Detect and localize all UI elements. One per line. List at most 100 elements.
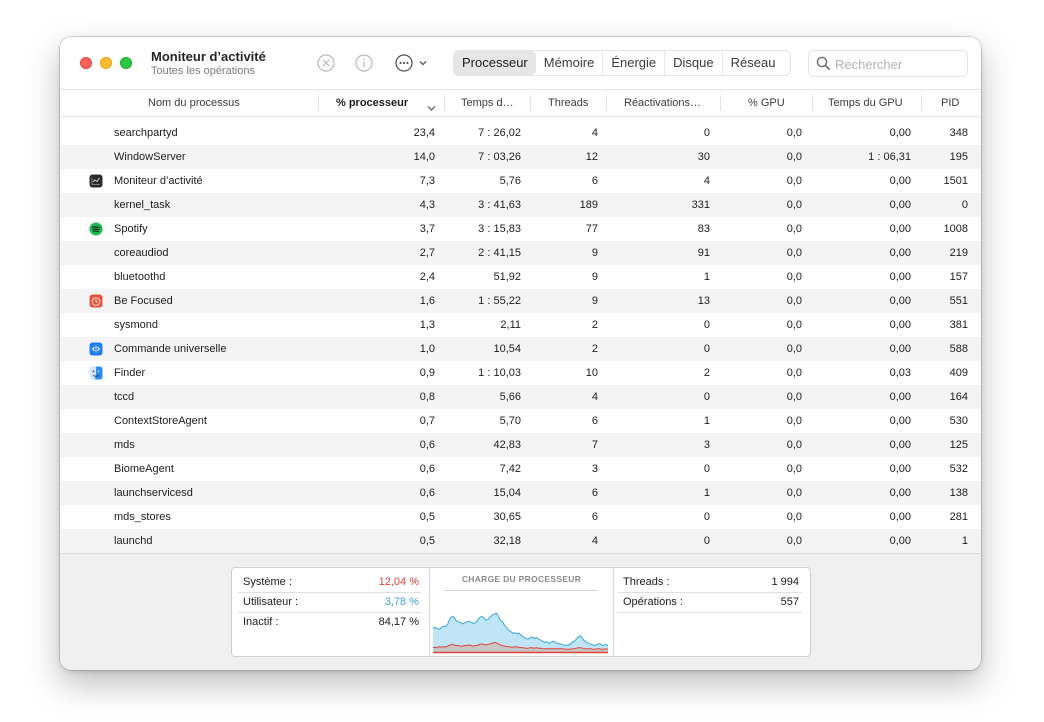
cell-pid: 588 — [949, 343, 968, 355]
cell-pid: 125 — [949, 439, 968, 451]
stop-process-icon[interactable] — [316, 53, 336, 73]
cell-threads: 77 — [585, 223, 598, 235]
cell-wakeups: 0 — [703, 511, 710, 523]
cell-wakeups: 0 — [703, 319, 710, 331]
zoom-window-button[interactable] — [120, 57, 132, 69]
chart-title: CHARGE DU PROCESSEUR — [461, 574, 582, 584]
table-row[interactable]: Be Focused 1,6 1 : 55,22 9 13 0,0 0,00 551 — [60, 289, 981, 313]
column-divider — [318, 95, 319, 111]
process-name: BiomeAgent — [114, 463, 174, 475]
cell-gpu-time: 0,00 — [889, 199, 911, 211]
cell-time: 15,04 — [493, 487, 521, 499]
column-header-wakeups[interactable]: Réactivations… — [624, 90, 701, 116]
table-row[interactable]: ContextStoreAgent 0,7 5,70 6 1 0,0 0,00 530 — [60, 409, 981, 433]
table-row[interactable]: Finder 0,9 1 : 10,03 10 2 0,0 0,03 409 — [60, 361, 981, 385]
table-row[interactable]: bluetoothd 2,4 51,92 9 1 0,0 0,00 157 — [60, 265, 981, 289]
column-header-gpu[interactable]: % GPU — [748, 90, 785, 116]
user-label: Utilisateur : — [243, 596, 299, 608]
table-row[interactable]: kernel_task 4,3 3 : 41,63 189 331 0,0 0,00 0 — [60, 193, 981, 217]
tab-processeur[interactable]: Processeur — [454, 51, 536, 75]
table-row[interactable]: tccd 0,8 5,66 4 0 0,0 0,00 164 — [60, 385, 981, 409]
cell-gpu-time: 0,00 — [889, 343, 911, 355]
cpu-load-chart: CHARGE DU PROCESSEUR — [429, 568, 614, 656]
tab-disque[interactable]: Disque — [665, 51, 723, 75]
table-row[interactable]: launchd 0,5 32,18 4 0 0,0 0,00 1 — [60, 529, 981, 553]
column-header-name[interactable]: Nom du processus — [148, 90, 240, 116]
cell-cpu: 2,4 — [419, 271, 435, 283]
table-row[interactable]: searchpartyd 23,4 7 : 26,02 4 0 0,0 0,00 348 — [60, 121, 981, 145]
table-row[interactable]: BiomeAgent 0,6 7,42 3 0 0,0 0,00 532 — [60, 457, 981, 481]
close-window-button[interactable] — [80, 57, 92, 69]
cell-pid: 1 — [961, 535, 968, 547]
column-header-pid[interactable]: PID — [941, 90, 959, 116]
table-row[interactable]: coreaudiod 2,7 2 : 41,15 9 91 0,0 0,00 219 — [60, 241, 981, 265]
table-header: Nom du processus % processeur Temps d… T… — [60, 89, 981, 117]
cell-threads: 4 — [591, 127, 598, 139]
cell-pid: 281 — [949, 511, 968, 523]
column-divider — [530, 95, 531, 111]
cell-pid: 530 — [949, 415, 968, 427]
column-header-cpu[interactable]: % processeur — [336, 90, 408, 116]
cell-pid: 0 — [961, 199, 968, 211]
tab-energie[interactable]: Énergie — [603, 51, 666, 75]
threads-label: Threads : — [623, 576, 670, 588]
cell-gpu: 0,0 — [786, 199, 802, 211]
cell-gpu-time: 0,00 — [889, 271, 911, 283]
cell-time: 5,70 — [499, 415, 521, 427]
cell-pid: 219 — [949, 247, 968, 259]
cell-time: 2 : 41,15 — [478, 247, 521, 259]
cell-gpu: 0,0 — [786, 271, 802, 283]
process-name: Finder — [114, 367, 146, 379]
table-row[interactable]: mds 0,6 42,83 7 3 0,0 0,00 125 — [60, 433, 981, 457]
tab-memoire[interactable]: Mémoire — [536, 51, 604, 75]
cell-pid: 381 — [949, 319, 968, 331]
cell-threads: 12 — [585, 151, 598, 163]
process-name: launchservicesd — [114, 487, 193, 499]
cell-gpu: 0,0 — [786, 391, 802, 403]
search-field[interactable] — [808, 50, 968, 77]
cell-time: 32,18 — [493, 535, 521, 547]
info-icon[interactable] — [354, 53, 374, 73]
process-name: coreaudiod — [114, 247, 169, 259]
cell-time: 3 : 15,83 — [478, 223, 521, 235]
tab-reseau[interactable]: Réseau — [723, 51, 784, 75]
table-row[interactable]: launchservicesd 0,6 15,04 6 1 0,0 0,00 138 — [60, 481, 981, 505]
cell-gpu: 0,0 — [786, 247, 802, 259]
cell-pid: 1501 — [943, 175, 968, 187]
cell-cpu: 0,5 — [419, 535, 435, 547]
search-input[interactable] — [835, 55, 960, 73]
process-name: searchpartyd — [114, 127, 178, 139]
threads-value: 1 994 — [771, 576, 799, 588]
cell-gpu: 0,0 — [786, 175, 802, 187]
toolbar: Moniteur d’activité Toutes les opération… — [60, 37, 981, 89]
process-name: Spotify — [114, 223, 148, 235]
table-row[interactable]: Commande universelle 1,0 10,54 2 0 0,0 0,00 588 — [60, 337, 981, 361]
cell-gpu-time: 0,00 — [889, 295, 911, 307]
table-row[interactable]: Spotify 3,7 3 : 15,83 77 83 0,0 0,00 1008 — [60, 217, 981, 241]
cell-cpu: 0,8 — [419, 391, 435, 403]
cell-wakeups: 0 — [703, 127, 710, 139]
divider — [238, 612, 421, 613]
table-row[interactable]: Moniteur d’activité 7,3 5,76 6 4 0,0 0,00 1501 — [60, 169, 981, 193]
more-options-icon[interactable] — [394, 53, 430, 73]
cell-wakeups: 91 — [697, 247, 710, 259]
column-header-gpu-time[interactable]: Temps du GPU — [828, 90, 903, 116]
cell-threads: 9 — [591, 271, 598, 283]
cell-threads: 6 — [591, 175, 598, 187]
table-row[interactable]: sysmond 1,3 2,11 2 0 0,0 0,00 381 — [60, 313, 981, 337]
cell-time: 7,42 — [499, 463, 521, 475]
minimize-window-button[interactable] — [100, 57, 112, 69]
cell-cpu: 1,0 — [419, 343, 435, 355]
column-header-cpu-time[interactable]: Temps d… — [461, 90, 514, 116]
divider — [238, 592, 421, 593]
table-row[interactable]: WindowServer 14,0 7 : 03,26 12 30 0,0 1 : 06,3… — [60, 145, 981, 169]
cell-threads: 6 — [591, 487, 598, 499]
process-name: Moniteur d’activité — [114, 175, 203, 187]
process-table: searchpartyd 23,4 7 : 26,02 4 0 0,0 0,00 348 Win… — [60, 121, 981, 553]
cell-cpu: 3,7 — [419, 223, 435, 235]
be-focused-icon — [89, 294, 103, 308]
column-header-threads[interactable]: Threads — [548, 90, 588, 116]
cell-gpu: 0,0 — [786, 151, 802, 163]
finder-icon — [89, 366, 103, 380]
table-row[interactable]: mds_stores 0,5 30,65 6 0 0,0 0,00 281 — [60, 505, 981, 529]
